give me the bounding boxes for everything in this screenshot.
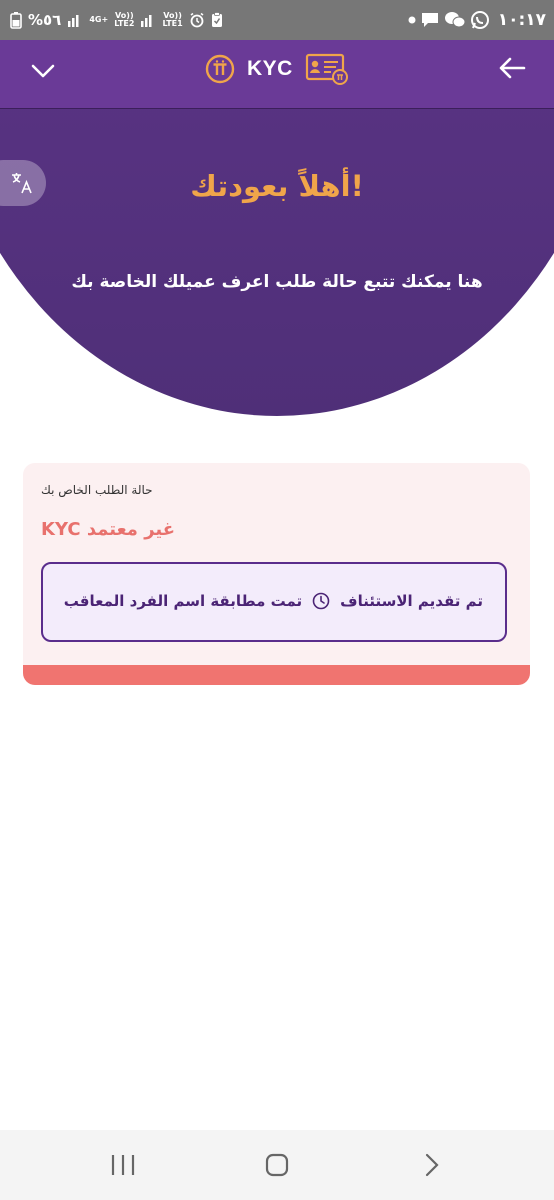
chevron-down-icon[interactable] — [28, 56, 58, 86]
hero-section: !أهلاً بعودتك هنا يمكنك تتبع حالة طلب اع… — [0, 109, 554, 429]
request-status-label: حالة الطلب الخاص بك — [41, 483, 153, 497]
status-color-bar — [23, 665, 530, 685]
appeal-status-row: تم تقديم الاستئناف تمت مطابقة اسم الفرد … — [64, 592, 483, 610]
clipboard-icon — [211, 12, 222, 27]
wechat-icon — [444, 12, 466, 28]
clock-time: ١٠:١٧ — [497, 10, 546, 30]
message-icon — [421, 13, 438, 27]
sanctioned-match-text: تمت مطابقة اسم الفرد المعاقب — [63, 592, 303, 610]
whatsapp-icon — [470, 11, 489, 29]
arrow-right-icon[interactable] — [496, 54, 528, 86]
signal-icon — [68, 15, 79, 27]
recent-apps-icon[interactable] — [110, 1152, 136, 1178]
kyc-status-text: غير معتمد KYC — [41, 519, 176, 540]
clock-icon — [312, 592, 330, 610]
appeal-status-box: تم تقديم الاستئناف تمت مطابقة اسم الفرد … — [41, 562, 507, 642]
status-bar: %٥٦ 4G+ Vo)) LTE2 Vo)) LTE1 ١٠:١٧ — [0, 0, 554, 40]
welcome-title: !أهلاً بعودتك — [190, 169, 364, 203]
app-bar-title: KYC — [247, 57, 293, 80]
pi-logo-icon — [205, 54, 235, 84]
id-card-icon — [305, 53, 348, 85]
battery-icon — [10, 12, 22, 29]
signal-icon — [141, 15, 152, 27]
appeal-submitted-text: تم تقديم الاستئناف — [340, 592, 483, 610]
welcome-subtitle: هنا يمكنك تتبع حالة طلب اعرف عميلك الخاص… — [71, 272, 483, 292]
notification-dot-icon — [408, 16, 416, 24]
battery-percent: %٥٦ — [28, 11, 62, 29]
alarm-icon — [190, 12, 204, 28]
app-bar-title-group: KYC — [205, 51, 349, 87]
network-lte1: Vo)) LTE1 — [162, 11, 183, 28]
network-lte2: Vo)) LTE2 — [114, 11, 135, 28]
hero-background — [0, 109, 554, 416]
back-nav-icon[interactable] — [422, 1152, 442, 1178]
app-bar: KYC — [0, 40, 554, 109]
system-navigation-bar — [0, 1130, 554, 1200]
status-bar-right: ١٠:١٧ — [408, 6, 546, 34]
status-bar-left: %٥٦ 4G+ Vo)) LTE2 Vo)) LTE1 — [10, 6, 223, 34]
kyc-status-card: حالة الطلب الخاص بك غير معتمد KYC تم تقد… — [23, 463, 530, 685]
network-4g: 4G+ — [89, 15, 109, 24]
home-icon[interactable] — [264, 1152, 290, 1178]
